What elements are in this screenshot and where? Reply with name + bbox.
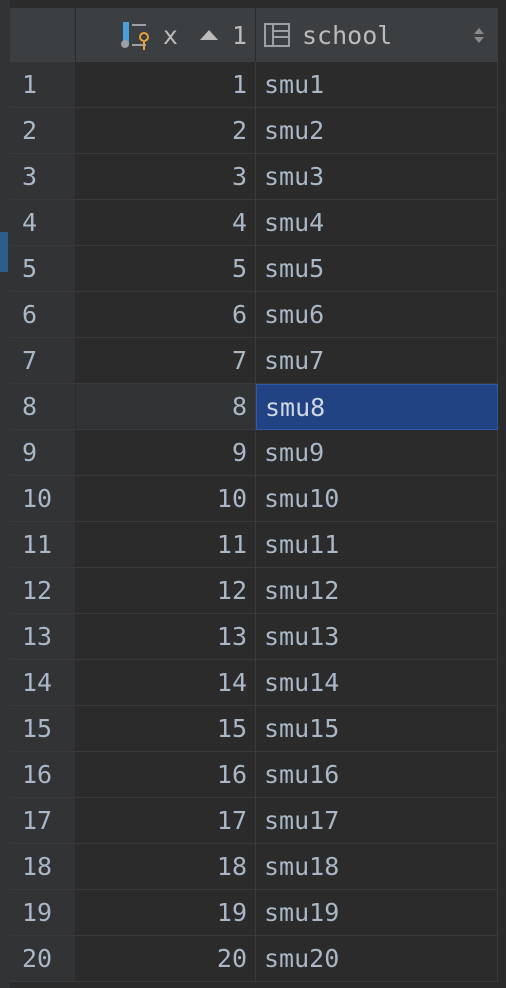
table-row[interactable]: 20 20 smu20	[10, 936, 498, 982]
column-header-x[interactable]: x 1	[76, 8, 256, 62]
row-number[interactable]: 10	[10, 476, 76, 522]
table-row[interactable]: 7 7 smu7	[10, 338, 498, 384]
row-number[interactable]: 19	[10, 890, 76, 936]
row-number[interactable]: 17	[10, 798, 76, 844]
cell-school[interactable]: smu9	[256, 430, 498, 476]
table-row[interactable]: 3 3 smu3	[10, 154, 498, 200]
cell-school[interactable]: smu20	[256, 936, 498, 982]
row-number[interactable]: 18	[10, 844, 76, 890]
cell-school[interactable]: smu13	[256, 614, 498, 660]
cell-school[interactable]: smu3	[256, 154, 498, 200]
cell-x[interactable]: 17	[76, 798, 256, 844]
row-number[interactable]: 5	[10, 246, 76, 292]
cell-school[interactable]: smu15	[256, 706, 498, 752]
cell-x[interactable]: 8	[76, 384, 256, 430]
row-number[interactable]: 13	[10, 614, 76, 660]
table-row[interactable]: 11 11 smu11	[10, 522, 498, 568]
table-row[interactable]: 18 18 smu18	[10, 844, 498, 890]
row-number[interactable]: 1	[10, 62, 76, 108]
table-column-icon	[264, 23, 290, 47]
table-row[interactable]: 6 6 smu6	[10, 292, 498, 338]
cell-school[interactable]: smu1	[256, 62, 498, 108]
cell-x[interactable]: 1	[76, 62, 256, 108]
table-row[interactable]: 5 5 smu5	[10, 246, 498, 292]
cell-school[interactable]: smu2	[256, 108, 498, 154]
cell-x[interactable]: 4	[76, 200, 256, 246]
table-row[interactable]: 9 9 smu9	[10, 430, 498, 476]
row-number[interactable]: 2	[10, 108, 76, 154]
table-row[interactable]: 8 8 smu8	[10, 384, 498, 430]
cell-x[interactable]: 12	[76, 568, 256, 614]
left-gutter	[0, 0, 10, 988]
row-number[interactable]: 4	[10, 200, 76, 246]
table-row[interactable]: 13 13 smu13	[10, 614, 498, 660]
cell-school[interactable]: smu4	[256, 200, 498, 246]
row-number[interactable]: 9	[10, 430, 76, 476]
row-number[interactable]: 7	[10, 338, 76, 384]
cell-school[interactable]: smu7	[256, 338, 498, 384]
cell-x[interactable]: 2	[76, 108, 256, 154]
table-row[interactable]: 1 1 smu1	[10, 62, 498, 108]
sort-both-icon[interactable]	[474, 27, 484, 43]
row-number[interactable]: 20	[10, 936, 76, 982]
column-header-school[interactable]: school	[256, 8, 498, 62]
cell-x[interactable]: 3	[76, 154, 256, 200]
cell-school[interactable]: smu12	[256, 568, 498, 614]
table-row[interactable]: 12 12 smu12	[10, 568, 498, 614]
grid-header: x 1 school	[10, 8, 498, 63]
table-row[interactable]: 2 2 smu2	[10, 108, 498, 154]
cell-x[interactable]: 19	[76, 890, 256, 936]
sort-ascending-icon[interactable]	[199, 30, 218, 40]
table-row[interactable]: 10 10 smu10	[10, 476, 498, 522]
cell-school[interactable]: smu16	[256, 752, 498, 798]
cell-x[interactable]: 6	[76, 292, 256, 338]
cell-x[interactable]: 10	[76, 476, 256, 522]
table-row[interactable]: 15 15 smu15	[10, 706, 498, 752]
table-row[interactable]: 14 14 smu14	[10, 660, 498, 706]
rownum-header-corner[interactable]	[10, 8, 76, 62]
row-number[interactable]: 11	[10, 522, 76, 568]
row-number[interactable]: 16	[10, 752, 76, 798]
cell-school[interactable]: smu19	[256, 890, 498, 936]
cell-school[interactable]: smu6	[256, 292, 498, 338]
table-row[interactable]: 4 4 smu4	[10, 200, 498, 246]
column-header-school-label: school	[302, 20, 393, 50]
row-number[interactable]: 15	[10, 706, 76, 752]
data-grid: x 1 school 1 1 smu1 2 2 smu2 3 3 smu3 4 4 smu4 5 5 smu…	[0, 0, 506, 988]
cell-x[interactable]: 7	[76, 338, 256, 384]
table-row[interactable]: 17 17 smu17	[10, 798, 498, 844]
cell-x[interactable]: 15	[76, 706, 256, 752]
cell-x[interactable]: 14	[76, 660, 256, 706]
right-edge	[498, 0, 506, 988]
row-number[interactable]: 3	[10, 154, 76, 200]
row-number[interactable]: 8	[10, 384, 76, 430]
cell-x[interactable]: 18	[76, 844, 256, 890]
cell-school[interactable]: smu10	[256, 476, 498, 522]
row-number[interactable]: 12	[10, 568, 76, 614]
grid-body: 1 1 smu1 2 2 smu2 3 3 smu3 4 4 smu4 5 5 smu5 6 6 smu6 7 7 sm…	[10, 62, 498, 982]
table-row[interactable]: 16 16 smu16	[10, 752, 498, 798]
cell-school[interactable]: smu14	[256, 660, 498, 706]
cell-x[interactable]: 5	[76, 246, 256, 292]
column-header-x-label: x	[162, 20, 178, 50]
cell-x[interactable]: 13	[76, 614, 256, 660]
cell-x[interactable]: 11	[76, 522, 256, 568]
sort-order-number: 1	[231, 20, 247, 50]
cell-school[interactable]: smu5	[256, 246, 498, 292]
cell-x[interactable]: 9	[76, 430, 256, 476]
cell-school[interactable]: smu11	[256, 522, 498, 568]
cell-school[interactable]: smu8	[256, 384, 498, 430]
cell-school[interactable]: smu17	[256, 798, 498, 844]
gutter-marker	[0, 232, 8, 272]
table-row[interactable]: 19 19 smu19	[10, 890, 498, 936]
primary-key-column-icon	[120, 20, 155, 50]
cell-school[interactable]: smu18	[256, 844, 498, 890]
row-number[interactable]: 6	[10, 292, 76, 338]
row-number[interactable]: 14	[10, 660, 76, 706]
cell-x[interactable]: 16	[76, 752, 256, 798]
cell-x[interactable]: 20	[76, 936, 256, 982]
